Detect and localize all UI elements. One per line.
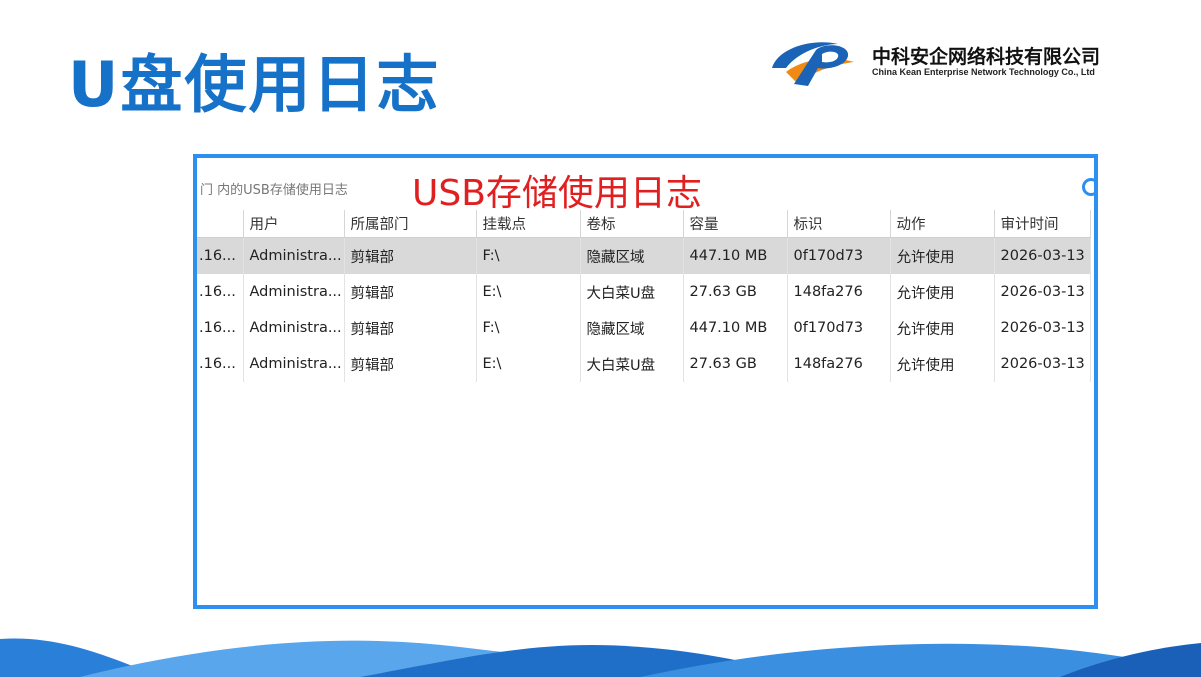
cell-ip: .16... [197, 310, 244, 346]
table-row[interactable]: .16... Administra... 剪辑部 E:\ 大白菜U盘 27.63… [197, 274, 1091, 310]
cell-identifier: 148fa276 [787, 274, 891, 310]
column-header-capacity[interactable]: 容量 [683, 210, 788, 238]
cell-department: 剪辑部 [344, 237, 477, 274]
table-row[interactable]: .16... Administra... 剪辑部 F:\ 隐藏区域 447.10… [197, 237, 1091, 274]
screenshot-frame: 门 内的USB存储使用日志 USB存储使用日志 用户 所属部门 挂载点 卷标 容… [193, 154, 1098, 609]
column-header-audit-time[interactable]: 审计时间 [994, 210, 1091, 238]
usb-log-table: 用户 所属部门 挂载点 卷标 容量 标识 动作 审计时间 .16... Admi… [197, 210, 1091, 382]
column-header-user[interactable]: 用户 [243, 210, 345, 238]
column-header-mount-point[interactable]: 挂载点 [476, 210, 581, 238]
column-header[interactable] [197, 210, 244, 238]
cell-audit-time: 2026-03-13 [994, 346, 1091, 382]
page-title: U盘使用日志 [68, 48, 441, 121]
company-logo: 中科安企网络科技有限公司 China Kean Enterprise Netwo… [764, 34, 1124, 94]
cell-user: Administra... [243, 274, 345, 310]
cell-user: Administra... [243, 310, 345, 346]
column-header-identifier[interactable]: 标识 [787, 210, 891, 238]
cell-capacity: 447.10 MB [683, 237, 788, 274]
cell-department: 剪辑部 [344, 346, 477, 382]
cell-action: 允许使用 [890, 346, 995, 382]
cell-volume-label: 隐藏区域 [580, 310, 684, 346]
company-logo-icon [772, 42, 854, 86]
company-name-cn: 中科安企网络科技有限公司 [872, 46, 1101, 68]
cell-action: 允许使用 [890, 310, 995, 346]
window-toolbar: 门 内的USB存储使用日志 USB存储使用日志 [197, 158, 1094, 214]
cell-ip: .16... [197, 237, 244, 274]
cell-identifier: 0f170d73 [787, 310, 891, 346]
overlay-label: USB存储使用日志 [412, 173, 702, 214]
cell-volume-label: 大白菜U盘 [580, 274, 684, 310]
column-header-volume-label[interactable]: 卷标 [580, 210, 684, 238]
cell-ip: .16... [197, 346, 244, 382]
table-header-row: 用户 所属部门 挂载点 卷标 容量 标识 动作 审计时间 [197, 210, 1091, 238]
column-header-department[interactable]: 所属部门 [344, 210, 477, 238]
cell-ip: .16... [197, 274, 244, 310]
refresh-icon[interactable] [1082, 178, 1094, 196]
table-row[interactable]: .16... Administra... 剪辑部 F:\ 隐藏区域 447.10… [197, 310, 1091, 346]
cell-department: 剪辑部 [344, 274, 477, 310]
toolbar-title: 门 内的USB存储使用日志 [200, 183, 348, 198]
cell-audit-time: 2026-03-13 [994, 237, 1091, 274]
cell-audit-time: 2026-03-13 [994, 274, 1091, 310]
cell-capacity: 447.10 MB [683, 310, 788, 346]
company-name-en: China Kean Enterprise Network Technology… [872, 67, 1095, 77]
cell-user: Administra... [243, 346, 345, 382]
cell-action: 允许使用 [890, 274, 995, 310]
cell-capacity: 27.63 GB [683, 274, 788, 310]
cell-department: 剪辑部 [344, 310, 477, 346]
cell-capacity: 27.63 GB [683, 346, 788, 382]
cell-action: 允许使用 [890, 237, 995, 274]
cell-user: Administra... [243, 237, 345, 274]
table-row[interactable]: .16... Administra... 剪辑部 E:\ 大白菜U盘 27.63… [197, 346, 1091, 382]
cell-mount-point: E:\ [476, 274, 581, 310]
cell-mount-point: E:\ [476, 346, 581, 382]
cell-mount-point: F:\ [476, 237, 581, 274]
cell-identifier: 0f170d73 [787, 237, 891, 274]
cell-identifier: 148fa276 [787, 346, 891, 382]
cell-volume-label: 隐藏区域 [580, 237, 684, 274]
column-header-action[interactable]: 动作 [890, 210, 995, 238]
cell-mount-point: F:\ [476, 310, 581, 346]
decorative-wave [0, 638, 1201, 677]
cell-volume-label: 大白菜U盘 [580, 346, 684, 382]
cell-audit-time: 2026-03-13 [994, 310, 1091, 346]
